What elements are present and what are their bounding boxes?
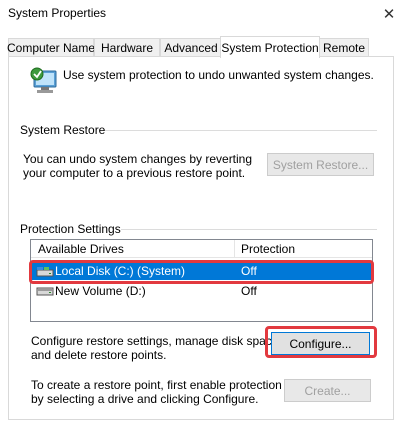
drives-list-header: Available Drives Protection bbox=[31, 240, 372, 258]
system-protection-icon bbox=[28, 65, 62, 99]
drives-list[interactable]: Available Drives Protection Local Disk (… bbox=[30, 239, 373, 322]
configure-desc-line2: and delete restore points. bbox=[31, 348, 167, 362]
tab-system-protection[interactable]: System Protection bbox=[220, 36, 320, 58]
group-divider bbox=[119, 229, 377, 230]
drive-icon bbox=[36, 285, 54, 300]
close-icon: ✕ bbox=[382, 6, 396, 23]
create-desc-line2: by selecting a drive and clicking Config… bbox=[31, 392, 259, 406]
tab-panel: Use system protection to undo unwanted s… bbox=[8, 56, 394, 420]
tab-computer-name[interactable]: Computer Name bbox=[7, 38, 95, 57]
create-button[interactable]: Create... bbox=[284, 379, 371, 402]
system-drive-icon bbox=[36, 264, 54, 281]
drive-row-d[interactable]: New Volume (D:) Off bbox=[31, 282, 372, 300]
column-separator bbox=[234, 240, 235, 258]
drive-name: New Volume (D:) bbox=[55, 284, 146, 298]
intro-text: Use system protection to undo unwanted s… bbox=[63, 68, 374, 82]
drive-protection: Off bbox=[241, 284, 257, 298]
column-protection[interactable]: Protection bbox=[241, 242, 295, 256]
system-restore-group-title: System Restore bbox=[20, 123, 106, 137]
close-button[interactable]: ✕ bbox=[374, 0, 404, 28]
tab-remote[interactable]: Remote bbox=[319, 38, 369, 57]
group-divider bbox=[93, 130, 377, 131]
create-desc-line1: To create a restore point, first enable … bbox=[31, 378, 282, 392]
configure-desc-line1: Configure restore settings, manage disk … bbox=[31, 334, 282, 348]
window-title: System Properties bbox=[8, 6, 107, 20]
drive-row-c[interactable]: Local Disk (C:) (System) Off bbox=[31, 262, 372, 280]
configure-button[interactable]: Configure... bbox=[271, 332, 370, 355]
tab-hardware[interactable]: Hardware bbox=[94, 38, 160, 57]
drive-protection: Off bbox=[241, 264, 257, 278]
protection-settings-group-title: Protection Settings bbox=[20, 222, 121, 236]
column-available-drives[interactable]: Available Drives bbox=[38, 242, 124, 256]
system-restore-desc-line1: You can undo system changes by reverting bbox=[23, 152, 253, 166]
system-restore-desc-line2: your computer to a previous restore poin… bbox=[23, 166, 246, 180]
system-restore-button[interactable]: System Restore... bbox=[267, 153, 374, 176]
tab-advanced[interactable]: Advanced bbox=[160, 38, 222, 57]
drive-name: Local Disk (C:) (System) bbox=[55, 264, 186, 278]
title-bar: System Properties ✕ bbox=[0, 0, 404, 30]
